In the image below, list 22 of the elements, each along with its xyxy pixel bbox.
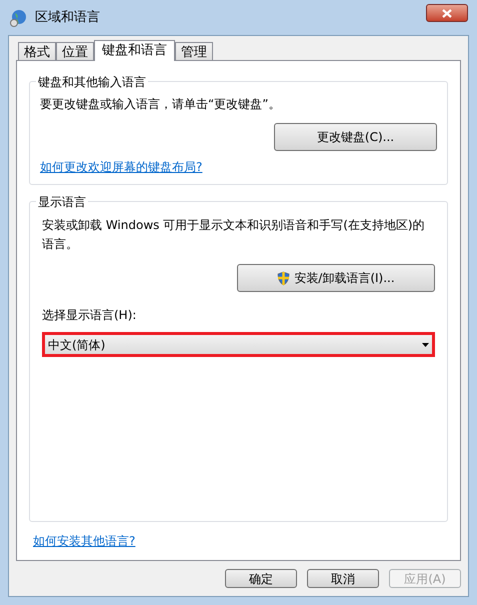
instruction-text: 要更改键盘或输入语言，请单击“更改键盘”。 [40,96,282,113]
keyboard-layout-link[interactable]: 如何更改欢迎屏幕的键盘布局? [40,158,437,176]
description-text: 安装或卸载 Windows 可用于显示文本和识别语音和手写(在支持地区)的语言。 [42,217,426,253]
install-languages-link[interactable]: 如何安装其他语言? [33,532,136,550]
group-title: 键盘和其他输入语言 [36,73,148,91]
group-title: 显示语言 [36,193,88,211]
tab[interactable]: 格式 [18,42,56,60]
tab[interactable]: 位置 [56,42,94,60]
dialog-button[interactable]: 确定 [225,569,297,588]
dialog-button[interactable]: 取消 [307,569,379,588]
tab[interactable]: 键盘和语言 [94,40,175,61]
select-label: 选择显示语言(H): [42,307,138,324]
dropdown-arrow-icon [422,342,429,346]
install-language-button[interactable]: 安装/卸载语言(I)... [237,264,435,292]
tab[interactable]: 管理 [175,42,213,60]
close-icon [442,8,452,18]
change-keyboard-button[interactable]: 更改键盘(C)... [274,123,437,151]
shield-icon [277,270,290,286]
language-dropdown[interactable]: 中文(简体) [42,332,435,357]
close-button[interactable] [426,4,468,22]
window-title: 区域和语言 [35,9,100,28]
globe-icon [9,9,27,27]
